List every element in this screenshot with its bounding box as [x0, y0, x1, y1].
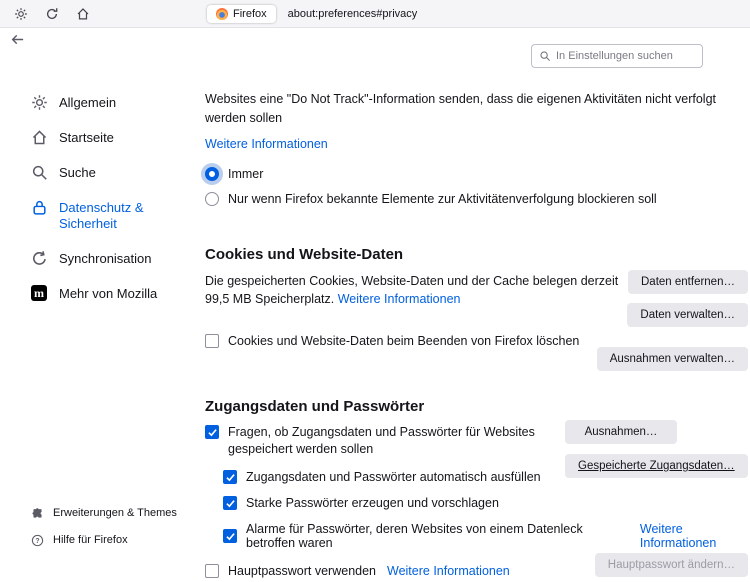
master-password-learn-more-link[interactable]: Weitere Informationen — [387, 564, 510, 578]
settings-sidebar: Allgemein Startseite Suche Datenschutz &… — [30, 90, 195, 316]
saved-logins-button[interactable]: Gespeicherte Zugangsdaten… — [565, 454, 748, 478]
breach-learn-more-link[interactable]: Weitere Informationen — [640, 522, 750, 550]
radio-label: Immer — [228, 167, 263, 181]
sidebar-item-label: Datenschutz & Sicherheit — [59, 198, 171, 232]
sidebar-item-erweiterungen-themes[interactable]: Erweiterungen & Themes — [30, 506, 177, 520]
privacy-settings-panel: Websites eine "Do Not Track"-Information… — [205, 88, 750, 578]
saved-logins-button-label: Gespeicherte Zugangsdaten… — [578, 460, 735, 472]
sync-icon — [30, 249, 48, 267]
sidebar-item-mehr-von-mozilla[interactable]: m Mehr von Mozilla — [30, 281, 195, 305]
sidebar-item-allgemein[interactable]: Allgemein — [30, 90, 195, 114]
settings-gear-icon[interactable] — [13, 6, 29, 22]
cookies-learn-more-link[interactable]: Weitere Informationen — [338, 292, 461, 306]
generate-passwords-checkbox[interactable]: Alarme für Passwörter, deren Websites vo… — [223, 496, 750, 510]
dnt-learn-more-link[interactable]: Weitere Informationen — [205, 137, 328, 151]
checkbox-label: Fragen, ob Zugangsdaten und Passwörter f… — [228, 424, 580, 458]
url-bar-text[interactable]: about:preferences#privacy — [288, 8, 418, 20]
sidebar-item-label: Startseite — [59, 128, 114, 146]
puzzle-icon — [30, 506, 44, 520]
manage-exceptions-button[interactable]: Ausnahmen verwalten… — [597, 347, 748, 371]
radio-unselected-icon[interactable] — [205, 192, 219, 206]
checkbox-label: Cookies und Website-Daten beim Beenden v… — [228, 334, 579, 348]
dnt-description: Websites eine "Do Not Track"-Information… — [205, 90, 720, 128]
home-icon — [30, 128, 48, 146]
firefox-preferences-window: Firefox about:preferences#privacy Allgem… — [0, 0, 750, 582]
logins-section: Zugangsdaten und Passwörter Fragen, ob Z… — [205, 398, 750, 578]
sidebar-item-label: Allgemein — [59, 93, 116, 111]
svg-text:?: ? — [35, 537, 39, 544]
settings-search-input[interactable] — [556, 50, 695, 62]
dnt-radio-group: Immer Nur wenn Firefox bekannte Elemente… — [205, 167, 750, 206]
cookies-section: Cookies und Website-Daten Die gespeicher… — [205, 246, 750, 348]
radio-label: Nur wenn Firefox bekannte Elemente zur A… — [228, 192, 657, 206]
sidebar-item-label: Suche — [59, 163, 96, 181]
login-exceptions-button[interactable]: Ausnahmen… — [565, 420, 677, 444]
help-icon: ? — [30, 533, 44, 547]
cookies-heading: Cookies und Website-Daten — [205, 246, 750, 263]
lock-icon — [30, 198, 48, 216]
search-icon — [30, 163, 48, 181]
settings-search-box[interactable] — [531, 44, 703, 68]
sidebar-item-label: Synchronisation — [59, 249, 152, 267]
checkbox-checked-icon[interactable] — [205, 425, 219, 439]
home-icon[interactable] — [75, 6, 91, 22]
gear-icon — [30, 93, 48, 111]
manage-data-button[interactable]: Daten verwalten… — [627, 303, 748, 327]
sidebar-item-label: Mehr von Mozilla — [59, 284, 157, 302]
dnt-option-always[interactable]: Immer — [205, 167, 750, 181]
checkbox-unchecked-icon[interactable] — [205, 564, 219, 578]
mozilla-icon: m — [30, 284, 48, 302]
logins-heading: Zugangsdaten und Passwörter — [205, 398, 750, 415]
sidebar-footer: Erweiterungen & Themes ? Hilfe für Firef… — [30, 506, 177, 547]
tab-title: Firefox — [233, 8, 267, 20]
checkbox-checked-icon[interactable] — [223, 529, 237, 543]
dnt-option-only-when-blocking[interactable]: Nur wenn Firefox bekannte Elemente zur A… — [205, 192, 750, 206]
firefox-logo-icon — [216, 8, 228, 20]
sidebar-footer-label: Hilfe für Firefox — [53, 534, 128, 546]
change-master-password-button[interactable]: Hauptpasswort ändern… — [595, 553, 748, 577]
checkbox-label: Alarme für Passwörter, deren Websites vo… — [246, 522, 629, 550]
sidebar-item-startseite[interactable]: Startseite — [30, 125, 195, 149]
radio-selected-icon[interactable] — [205, 167, 219, 181]
checkbox-unchecked-icon[interactable] — [205, 334, 219, 348]
delete-cookies-on-close-checkbox[interactable]: Cookies und Website-Daten beim Beenden v… — [205, 334, 750, 348]
clear-data-button[interactable]: Daten entfernen… — [628, 270, 748, 294]
checkbox-checked-icon[interactable] — [223, 470, 237, 484]
back-arrow-icon[interactable] — [10, 32, 25, 47]
reload-icon[interactable] — [44, 6, 60, 22]
checkbox-label: Hauptpasswort verwenden — [228, 564, 376, 578]
sidebar-footer-label: Erweiterungen & Themes — [53, 507, 177, 519]
browser-tab[interactable]: Firefox — [207, 5, 276, 23]
checkbox-label: Zugangsdaten und Passwörter automatisch … — [246, 470, 541, 484]
checkbox-label: Starke Passwörter erzeugen und vorschlag… — [246, 496, 499, 510]
browser-nav-icons — [13, 6, 91, 22]
cookies-description-block: Die gespeicherten Cookies, Website-Daten… — [205, 272, 633, 308]
breach-alerts-checkbox[interactable]: Alarme für Passwörter, deren Websites vo… — [223, 522, 750, 550]
browser-chrome: Firefox about:preferences#privacy — [0, 0, 750, 28]
search-icon — [539, 50, 551, 62]
sidebar-item-suche[interactable]: Suche — [30, 160, 195, 184]
sidebar-item-synchronisation[interactable]: Synchronisation — [30, 246, 195, 270]
sidebar-item-hilfe[interactable]: ? Hilfe für Firefox — [30, 533, 177, 547]
sidebar-item-datenschutz-sicherheit[interactable]: Datenschutz & Sicherheit — [30, 195, 195, 235]
checkbox-checked-icon[interactable] — [223, 496, 237, 510]
